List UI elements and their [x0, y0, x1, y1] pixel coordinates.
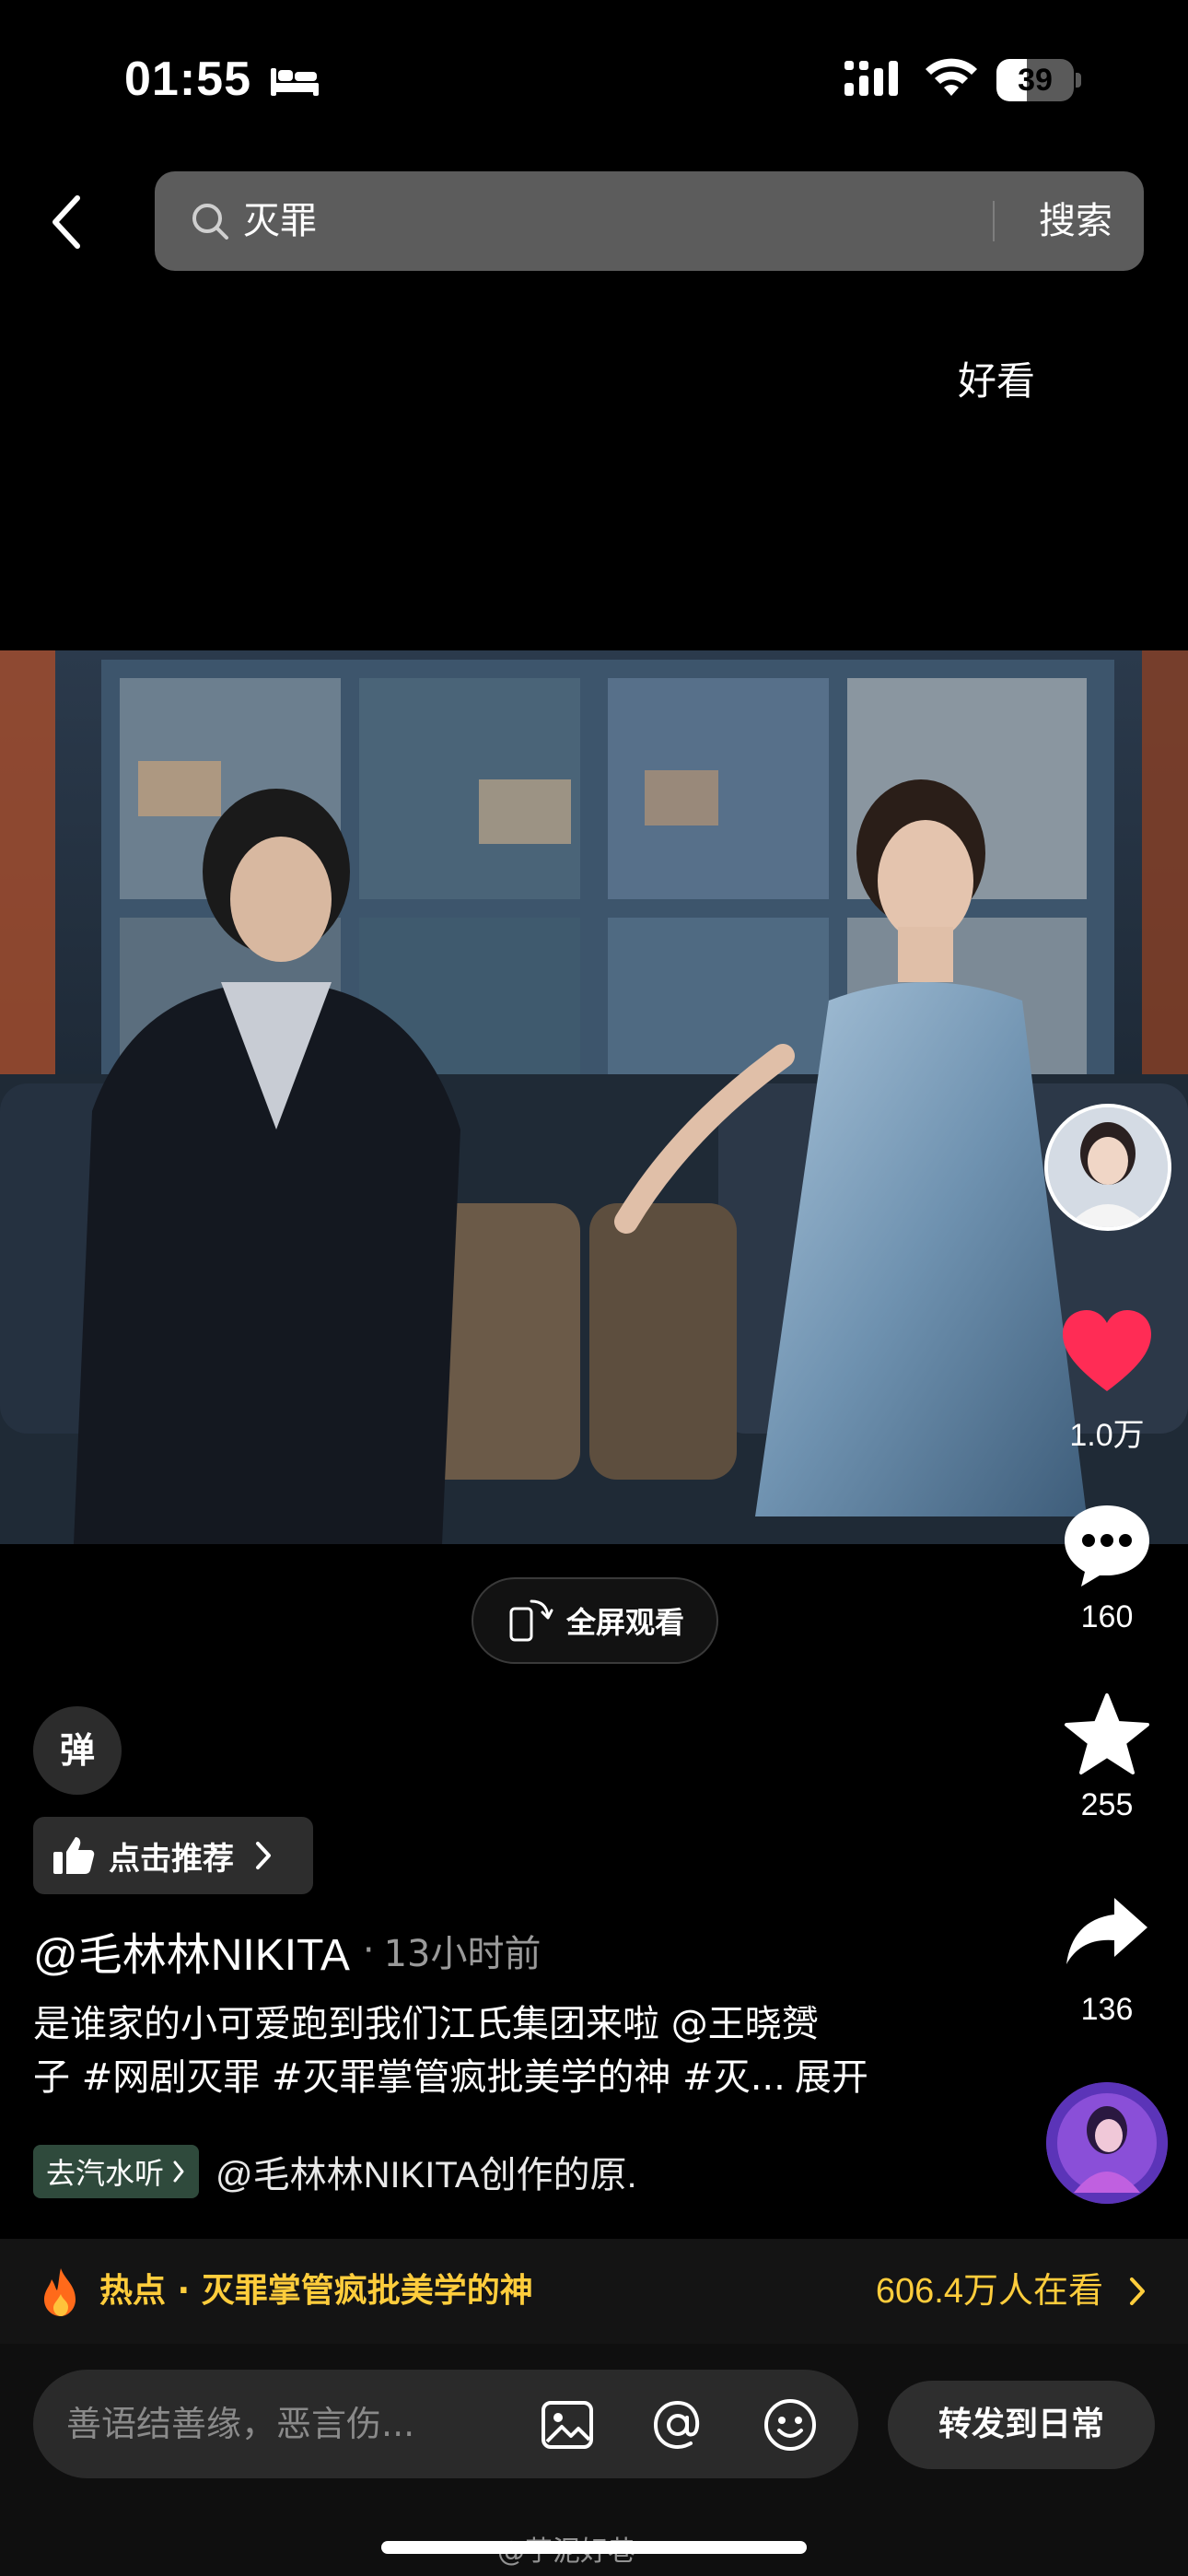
post-time: 13小时前: [383, 1933, 542, 1975]
home-indicator[interactable]: [381, 2541, 807, 2554]
fullscreen-button[interactable]: 全屏观看: [472, 1577, 718, 1664]
music-row: 去汽水听 @毛林林NIKITA创作的原.: [33, 2143, 637, 2200]
share-button[interactable]: 136: [1050, 1894, 1164, 2032]
comment-count: 160: [1080, 1599, 1134, 1634]
search-icon: [192, 204, 228, 240]
separator-dot: ·: [362, 1929, 375, 1972]
trending-viewers: 606.4万人在看: [875, 2272, 1103, 2311]
search-query-text: 灭罪: [243, 200, 317, 242]
cellular-signal-icon: [844, 61, 898, 96]
video-still-image: [0, 650, 1188, 1544]
comment-icon: [1065, 1505, 1149, 1587]
top-label: 好看: [958, 358, 1036, 404]
status-bar: 01:55 39: [0, 0, 1188, 166]
video-player[interactable]: [0, 650, 1188, 1544]
chevron-right-icon: [173, 2160, 184, 2183]
avatar-image: [1048, 1107, 1168, 1227]
chevron-right-icon: [1130, 2277, 1145, 2305]
music-title-link[interactable]: @毛林林NIKITA创作的原.: [215, 2145, 637, 2198]
favorite-button[interactable]: 255: [1050, 1692, 1164, 1830]
battery-icon: 39: [996, 59, 1081, 101]
trending-topic-label: 热点 · 灭罪掌管疯批美学的神: [99, 2272, 533, 2310]
caption-line-2-wrap: 子 #网剧灭罪 #灭罪掌管疯批美学的神 #灭... 展开: [33, 2051, 1009, 2104]
rotate-phone-icon: [509, 1599, 553, 1642]
share-arrow-icon: [1066, 1898, 1147, 1964]
trending-bar[interactable]: 热点 · 灭罪掌管疯批美学的神 606.4万人在看: [0, 2239, 1188, 2344]
chevron-left-icon: [52, 195, 80, 249]
recommend-label: 点击推荐: [109, 1840, 234, 1878]
recommend-button[interactable]: 点击推荐: [33, 1817, 313, 1894]
repost-to-daily-button[interactable]: 转发到日常: [888, 2381, 1155, 2469]
comment-button[interactable]: 160: [1050, 1502, 1164, 1640]
bed-icon: [271, 68, 319, 96]
thumbs-up-icon: [53, 1837, 95, 1874]
post-caption: 是谁家的小可爱跑到我们江氏集团来啦 @王晓赟 子 #网剧灭罪 #灭罪掌管疯批美学…: [33, 1997, 1009, 2104]
emoji-icon[interactable]: [761, 2395, 820, 2454]
status-time: 01:55: [124, 53, 251, 106]
back-button[interactable]: [41, 186, 92, 258]
comment-placeholder: 善语结善缘，恶言伤...: [66, 2404, 415, 2444]
music-disc[interactable]: [1046, 2082, 1168, 2204]
qishui-music-badge[interactable]: 去汽水听: [33, 2145, 200, 2198]
at-mention-icon[interactable]: [648, 2395, 707, 2454]
search-divider: [993, 201, 995, 241]
battery-level: 39: [1018, 63, 1053, 98]
fullscreen-label: 全屏观看: [565, 1605, 684, 1640]
favorite-count: 255: [1080, 1787, 1134, 1822]
qishui-badge-label: 去汽水听: [46, 2156, 165, 2191]
music-cover-image: [1046, 2082, 1168, 2204]
heart-icon: [1063, 1310, 1151, 1391]
star-icon: [1065, 1693, 1149, 1774]
caption-line-1: 是谁家的小可爱跑到我们江氏集团来啦 @王晓赟: [33, 2003, 819, 2045]
author-avatar[interactable]: [1044, 1104, 1171, 1231]
search-submit-button[interactable]: 搜索: [1020, 171, 1131, 271]
like-button[interactable]: 1.0万: [1050, 1308, 1164, 1456]
search-input[interactable]: 灭罪 搜索: [155, 171, 1144, 271]
wifi-icon: [926, 58, 977, 96]
fire-icon: [44, 2268, 76, 2316]
danmaku-toggle-button[interactable]: 弹: [33, 1706, 122, 1795]
author-line: @毛林林NIKITA · 13小时前: [33, 1918, 541, 1983]
share-count: 136: [1080, 1992, 1134, 2027]
author-name-link[interactable]: @毛林林NIKITA: [33, 1918, 350, 1983]
expand-caption-button[interactable]: 展开: [795, 2056, 868, 2099]
chevron-right-icon: [256, 1842, 271, 1869]
comment-input[interactable]: 善语结善缘，恶言伤...: [33, 2370, 858, 2478]
like-count: 1.0万: [1069, 1418, 1145, 1453]
caption-line-2: 子 #网剧灭罪 #灭罪掌管疯批美学的神 #灭...: [33, 2056, 786, 2099]
image-picker-icon[interactable]: [540, 2397, 595, 2453]
